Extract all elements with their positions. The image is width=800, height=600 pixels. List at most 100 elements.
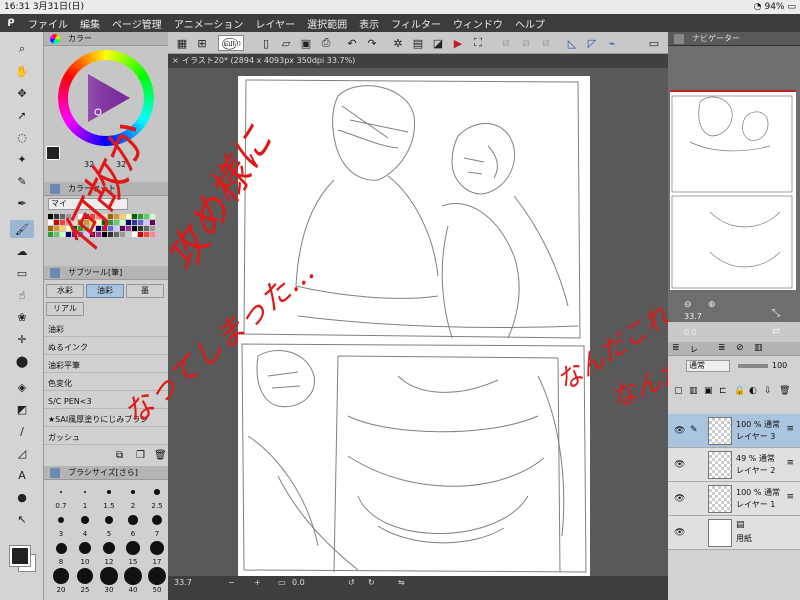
special-ruler-icon[interactable]: ⧄ [518,35,534,51]
color-swatch[interactable] [48,220,53,225]
color-swatch[interactable] [90,220,95,225]
grid-snap-icon[interactable]: ⧄ [538,35,554,51]
color-swatch[interactable] [132,214,137,219]
fill-icon[interactable]: ⬤ [10,352,34,370]
color-swatch[interactable] [60,226,65,231]
color-wheel[interactable] [58,50,154,146]
pen-icon[interactable]: ✒ [10,194,34,212]
menu-layer[interactable]: レイヤー [249,16,301,31]
main-color-swatch[interactable] [9,545,31,567]
ruler-snap-icon[interactable]: ⧄ [498,35,514,51]
eye-icon[interactable]: 👁 [674,528,685,538]
brush-size-dot[interactable] [55,542,67,554]
layer-panel-header[interactable]: ≣ レ ≣ ⊘ ▥ [668,342,800,356]
color-swatch[interactable] [132,220,137,225]
balloon-icon[interactable]: ● [10,488,34,506]
color-swatch[interactable] [60,220,65,225]
color-swatch[interactable] [138,220,143,225]
rotate-right-icon[interactable]: ↻ [368,578,375,587]
color-swatch[interactable] [96,214,101,219]
menu-file[interactable]: ファイル [22,16,74,31]
brush-size-dot[interactable] [104,515,114,525]
color-swatch[interactable] [138,226,143,231]
brush-lock-icon[interactable]: ✎ [690,425,698,435]
color-swatch[interactable] [126,214,131,219]
fill-layer-icon[interactable]: ◪ [430,35,446,51]
color-swatch[interactable] [132,232,137,237]
color-swatch[interactable] [120,214,125,219]
brush-size-dot[interactable] [149,540,165,556]
color-swatch[interactable] [78,232,83,237]
color-swatch[interactable] [60,214,65,219]
subtool-item[interactable]: 油彩平筆 [44,358,168,373]
new-file-icon[interactable]: ▯ [258,35,274,51]
color-swatch[interactable] [120,226,125,231]
brush-size-dot[interactable] [148,567,166,585]
eye-icon[interactable]: 👁 [674,494,685,504]
color-set-header[interactable]: カラーセット [44,182,168,196]
color-swatch[interactable] [150,220,155,225]
color-swatch[interactable] [150,214,155,219]
navigator-preview[interactable] [670,90,796,290]
mask-icon[interactable]: ◐ [749,386,757,396]
menu-edit[interactable]: 編集 [74,16,106,31]
menu-filter[interactable]: フィルター [385,16,447,31]
panel-toggle-icon[interactable]: ▭ [646,35,662,51]
magic-wand-icon[interactable]: ✦ [10,150,34,168]
color-swatch[interactable] [120,220,125,225]
color-swatch[interactable] [54,226,59,231]
flip-icon[interactable]: ⇋ [398,578,405,587]
menu-help[interactable]: ヘルプ [509,16,551,31]
tab-oil[interactable]: 油彩 [86,284,124,298]
brush-size-dot[interactable] [130,489,136,495]
color-swatch[interactable] [84,226,89,231]
color-swatch[interactable] [138,214,143,219]
ruler-icon[interactable]: ✛ [10,330,34,348]
color-swatch[interactable] [114,232,119,237]
color-swatch[interactable] [144,226,149,231]
menu-page[interactable]: ページ管理 [106,16,168,31]
open-file-icon[interactable]: ▱ [278,35,294,51]
color-swatch[interactable] [102,220,107,225]
color-swatch[interactable] [48,214,53,219]
color-swatch[interactable] [150,232,155,237]
layer-row[interactable]: 👁 ✎ 100 % 通常 レイヤー 3 ≡ [668,414,800,448]
decoration-icon[interactable]: ❀ [10,308,34,326]
pen-pressure-icon[interactable]: ⌁ [604,35,620,51]
layer-row[interactable]: 👁 100 % 通常 レイヤー 1 ≡ [668,482,800,516]
color-swatch[interactable] [66,214,71,219]
record-icon[interactable]: ▶ [450,35,466,51]
grid-icon[interactable]: ▦ [174,35,190,51]
document-tab-close[interactable]: × [172,54,179,68]
nav-flip-icon[interactable]: ⇄ [772,326,780,337]
subtool-item[interactable]: ★SAI風厚塗りにじみブラシ [44,412,168,427]
color-panel-header[interactable]: カラー [44,32,168,46]
color-swatch[interactable] [54,220,59,225]
menu-view[interactable]: 表示 [353,16,385,31]
material-icon[interactable]: ⊞ [194,35,210,51]
color-swatch[interactable] [108,232,113,237]
tab-real[interactable]: リアル [46,302,84,316]
color-swatch[interactable] [72,226,77,231]
color-swatch[interactable] [114,214,119,219]
color-swatch[interactable] [126,220,131,225]
brush-size-dot[interactable] [83,490,87,494]
color-swatch[interactable] [108,226,113,231]
tab-watercolor[interactable]: 水彩 [46,284,84,298]
merge-icon[interactable]: ⇩ [764,386,772,396]
opacity-slider[interactable] [738,364,768,368]
drag-handle-icon[interactable]: ≡ [786,492,794,502]
layer-search-icon[interactable]: ⊘ [736,343,744,353]
brush-size-dot[interactable] [102,541,116,555]
document-tab[interactable]: × イラスト20* (2894 x 4093px 350dpi 33.7%) [168,54,668,68]
canvas-area[interactable] [168,68,668,576]
gradient-icon[interactable]: ◩ [10,400,34,418]
color-swatch[interactable] [66,226,71,231]
brush-size-dot[interactable] [107,490,111,494]
rotate-left-icon[interactable]: ↺ [348,578,355,587]
lasso-icon[interactable]: ◌ [10,128,34,146]
delete-subtool-icon[interactable]: 🗑 [154,450,167,461]
tone-icon[interactable]: ⛶ [470,35,486,51]
color-swatch[interactable] [72,220,77,225]
redo-icon[interactable]: ↷ [364,35,380,51]
